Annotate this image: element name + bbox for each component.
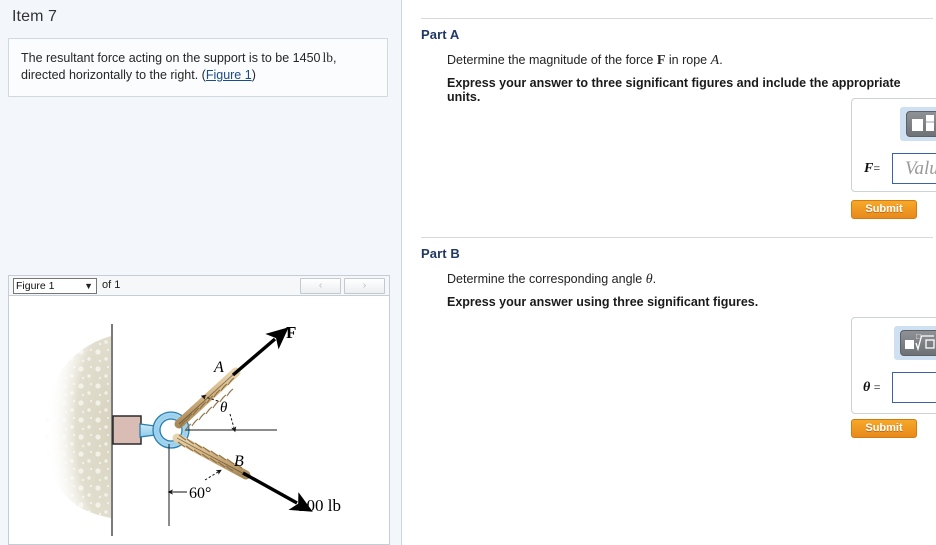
part-a-var-A: A xyxy=(710,53,720,68)
part-b-title: Part B xyxy=(421,246,460,261)
figure-1-link[interactable]: Figure 1 xyxy=(206,68,252,82)
part-b-divider xyxy=(421,237,933,238)
figure-select-dropdown[interactable]: Figure 1 ▼ xyxy=(13,278,97,294)
part-a-var-F: F xyxy=(656,53,666,68)
part-a-submit-button[interactable]: Submit xyxy=(851,200,917,219)
problem-statement-box: The resultant force acting on the suppor… xyxy=(8,38,388,97)
part-a-title: Part A xyxy=(421,27,460,42)
force-900lb-arrow xyxy=(242,471,313,512)
part-a-equals: = xyxy=(873,161,881,175)
page-title: Item 7 xyxy=(12,8,58,25)
part-a-math-toolbar: μÅ xyxy=(900,107,936,141)
part-a-question-mid: in rope xyxy=(668,53,708,67)
part-b-instruction: Express your answer using three signific… xyxy=(447,295,759,309)
nth-root-icon: □ xyxy=(905,332,935,352)
rope-a xyxy=(174,367,241,432)
figure-label-A: A xyxy=(213,359,224,376)
figure-label-F: F xyxy=(286,323,296,342)
chevron-right-icon: › xyxy=(362,280,367,291)
problem-text-comma: , xyxy=(333,51,337,65)
part-b-question: Determine the corresponding angle θ. xyxy=(447,272,656,288)
figure-label-angle60: 60° xyxy=(189,485,211,502)
mastering-physics-item-page: Item 7 The resultant force acting on the… xyxy=(0,0,936,545)
part-a-value-placeholder: Value xyxy=(905,158,936,179)
figure-toolbar: Figure 1 ▼ of 1 ‹ › xyxy=(8,275,390,296)
figure-label-theta: θ xyxy=(220,400,228,416)
figure-panel: Figure 1 ▼ of 1 ‹ › F A B 900 lb θ 60° xyxy=(8,275,390,545)
part-b-answer-input[interactable] xyxy=(892,372,936,403)
wall-concrete xyxy=(44,324,113,536)
part-b-answer-box: □ ΑΣφ ↕ vec xyxy=(851,317,936,414)
force-f-arrow xyxy=(231,327,289,377)
part-a-equation-label: F= xyxy=(864,161,880,177)
figure-next-button[interactable]: › xyxy=(344,278,385,294)
figure-count-label: of 1 xyxy=(102,279,121,291)
figure-select-value: Figure 1 xyxy=(16,280,55,292)
figure-label-B: B xyxy=(234,453,244,470)
figure-canvas: F A B 900 lb θ 60° xyxy=(8,296,390,545)
part-b-root-button[interactable]: □ xyxy=(900,330,936,356)
part-a-answer-box: μÅ xyxy=(851,98,936,192)
right-panel: Part A Determine the magnitude of the fo… xyxy=(403,0,936,545)
angle60-leader-right xyxy=(204,469,222,481)
part-a-question: Determine the magnitude of the force F i… xyxy=(447,53,723,69)
figure-label-load: 900 lb xyxy=(298,496,341,515)
problem-text-close-paren: ) xyxy=(251,68,256,82)
part-a-question-text: Determine the magnitude of the force xyxy=(447,53,654,67)
part-a-question-period: . xyxy=(719,53,723,67)
part-a-submit-label: Submit xyxy=(865,203,903,215)
eyebolt-force-diagram: F A B 900 lb θ 60° xyxy=(44,323,341,536)
problem-unit: lb xyxy=(322,50,334,65)
problem-text-part1: The resultant force acting on the suppor… xyxy=(21,51,321,65)
part-b-submit-button[interactable]: Submit xyxy=(851,419,917,438)
part-a-template-button[interactable] xyxy=(906,111,936,137)
part-b-math-toolbar: □ ΑΣφ ↕ vec xyxy=(894,326,936,360)
template-icon xyxy=(912,115,934,131)
problem-text-part2: directed horizontally to the right. ( xyxy=(21,68,206,82)
part-b-question-period: . xyxy=(652,272,657,286)
chevron-left-icon: ‹ xyxy=(318,280,323,291)
part-a-divider xyxy=(421,18,933,19)
theta-leader-lower xyxy=(229,413,237,433)
part-b-question-text: Determine the corresponding angle xyxy=(447,272,643,286)
part-b-submit-label: Submit xyxy=(865,422,903,434)
problem-statement-text: The resultant force acting on the suppor… xyxy=(21,49,375,84)
part-a-symbol-F: F xyxy=(864,161,874,176)
part-b-symbol-theta: θ xyxy=(863,380,871,395)
chevron-down-icon: ▼ xyxy=(84,281,93,291)
figure-prev-button[interactable]: ‹ xyxy=(300,278,341,294)
left-panel: Item 7 The resultant force acting on the… xyxy=(0,0,402,545)
part-b-equals: = xyxy=(873,380,881,394)
wall-bracket xyxy=(112,415,142,445)
part-b-var-theta: θ xyxy=(645,272,653,287)
part-b-equation-label: θ = xyxy=(863,380,881,396)
part-a-value-input[interactable]: Value xyxy=(892,153,936,184)
